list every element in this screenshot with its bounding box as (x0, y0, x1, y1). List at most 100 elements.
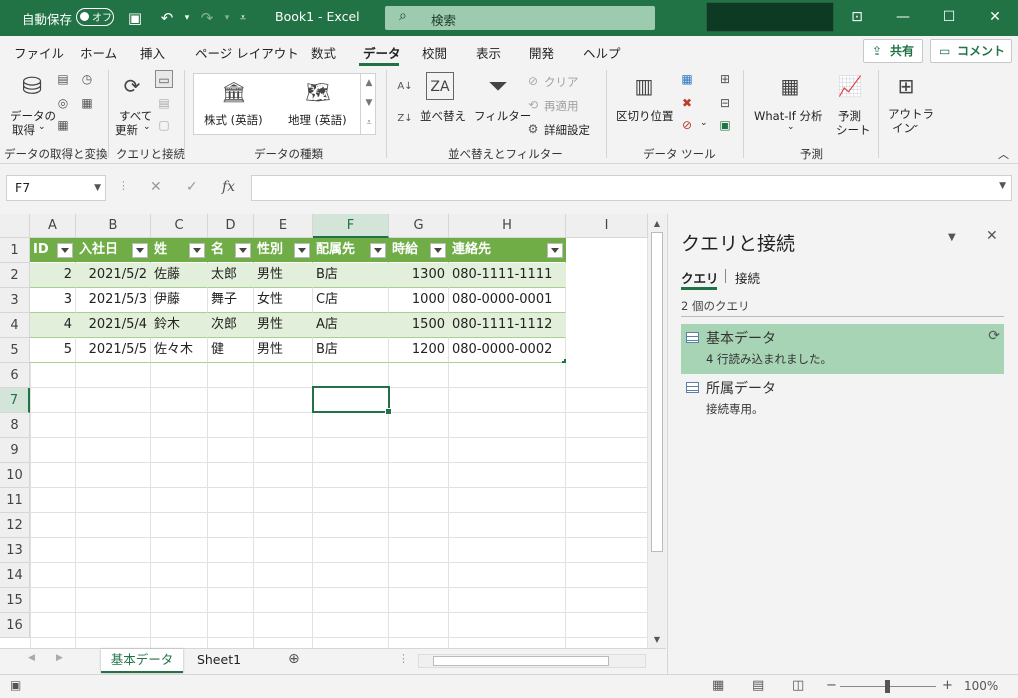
tab-review[interactable]: 校閲 (422, 43, 447, 62)
table-cell[interactable]: 1000 (389, 288, 449, 313)
table-header-cell[interactable]: ID (30, 238, 76, 263)
scroll-down-icon[interactable]: ▼ (648, 632, 666, 648)
existing-connections-icon[interactable]: ▦ (78, 94, 96, 112)
more-icon[interactable]: ⩡ (361, 113, 377, 133)
chevron-down-icon[interactable]: ▼ (999, 181, 1006, 191)
remove-duplicates-icon[interactable]: ✖ (678, 94, 696, 112)
zoom-thumb[interactable] (885, 680, 890, 693)
map-icon[interactable]: 🗺 (304, 78, 332, 106)
column-header-e[interactable]: E (254, 214, 313, 238)
column-header-i[interactable]: I (566, 214, 648, 238)
row-header[interactable]: 16 (0, 613, 30, 638)
text-to-columns-label[interactable]: 区切り位置 (616, 108, 674, 124)
forecast-label-2[interactable]: シート (836, 122, 871, 138)
chevron-down-icon[interactable]: ▼ (94, 176, 101, 200)
filter-dropdown-icon[interactable] (370, 243, 386, 258)
table-cell[interactable]: 2021/5/3 (76, 288, 151, 313)
cancel-icon[interactable]: ✕ (150, 179, 162, 195)
queries-connections-icon[interactable]: ▭ (155, 70, 173, 88)
row-header[interactable]: 9 (0, 438, 30, 463)
tab-file[interactable]: ファイル (14, 43, 64, 62)
row-header[interactable]: 15 (0, 588, 30, 613)
clear-filter-icon[interactable]: ⊘ (524, 72, 542, 90)
tab-page-layout[interactable]: ページ レイアウト (195, 43, 299, 62)
table-cell[interactable]: 健 (208, 338, 254, 363)
row-header[interactable]: 3 (0, 288, 30, 313)
table-cell[interactable]: 伊藤 (151, 288, 208, 313)
table-header-cell[interactable]: 名 (208, 238, 254, 263)
add-sheet-icon[interactable]: ⊕ (288, 651, 300, 667)
advanced-label[interactable]: 詳細設定 (544, 122, 590, 138)
table-header-cell[interactable]: 連絡先 (449, 238, 566, 263)
row-header[interactable]: 5 (0, 338, 30, 363)
column-header-g[interactable]: G (389, 214, 449, 238)
data-model-icon[interactable]: ▣ (716, 116, 734, 134)
filter-dropdown-icon[interactable] (547, 243, 563, 258)
filter-dropdown-icon[interactable] (132, 243, 148, 258)
filter-dropdown-icon[interactable] (235, 243, 251, 258)
prev-sheet-icon[interactable]: ◀ (28, 653, 35, 663)
table-resize-handle[interactable] (562, 359, 566, 363)
next-sheet-icon[interactable]: ▶ (56, 653, 63, 663)
column-header-c[interactable]: C (151, 214, 208, 238)
zoom-in-icon[interactable]: + (942, 678, 953, 693)
row-header[interactable]: 10 (0, 463, 30, 488)
zoom-out-icon[interactable]: − (826, 678, 837, 693)
enter-icon[interactable]: ✓ (186, 179, 198, 195)
table-cell[interactable]: A店 (313, 313, 389, 338)
table-cell[interactable]: 男性 (254, 263, 313, 288)
pane-close-icon[interactable]: ✕ (986, 228, 998, 244)
table-cell[interactable]: 080-1111-1112 (449, 313, 566, 338)
reapply-label[interactable]: 再適用 (544, 98, 579, 114)
filter-dropdown-icon[interactable] (57, 243, 73, 258)
relationships-icon[interactable]: ⊟ (716, 94, 734, 112)
data-validation-icon[interactable]: ⊘ (678, 116, 696, 134)
table-cell[interactable]: 2021/5/4 (76, 313, 151, 338)
tab-help[interactable]: ヘルプ (583, 43, 621, 62)
query-item-affiliation-data[interactable]: 所属データ 接続専用。 (681, 374, 1004, 424)
close-icon[interactable]: ✕ (972, 0, 1018, 34)
table-cell[interactable]: 1500 (389, 313, 449, 338)
tab-connections[interactable]: 接続 (735, 268, 760, 287)
row-header[interactable]: 4 (0, 313, 30, 338)
consolidate-icon[interactable]: ⊞ (716, 70, 734, 88)
chevron-down-icon[interactable]: ⌄ (38, 122, 46, 132)
table-cell[interactable]: 2 (30, 263, 76, 288)
tab-data[interactable]: データ (363, 43, 401, 62)
table-cell[interactable]: 女性 (254, 288, 313, 313)
table-cell[interactable]: 鈴木 (151, 313, 208, 338)
table-cell[interactable]: 舞子 (208, 288, 254, 313)
refresh-all-icon[interactable]: ⟳ (118, 72, 146, 100)
stocks-label[interactable]: 株式 (英語) (204, 112, 263, 128)
page-layout-view-icon[interactable]: ▤ (752, 678, 764, 693)
scroll-up-icon[interactable]: ▲ (648, 216, 666, 232)
tab-insert[interactable]: 挿入 (140, 43, 165, 62)
sort-icon[interactable]: ZA (426, 72, 454, 100)
table-cell[interactable]: C店 (313, 288, 389, 313)
database-icon[interactable]: ⛁ (18, 72, 46, 100)
save-icon[interactable]: ▣ (124, 7, 146, 29)
table-cell[interactable]: 080-1111-1111 (449, 263, 566, 288)
outline-icon[interactable]: ⊞ (892, 72, 920, 100)
table-cell[interactable]: B店 (313, 338, 389, 363)
refresh-all-label-2[interactable]: 更新 (115, 122, 138, 138)
column-header-d[interactable]: D (208, 214, 254, 238)
maximize-icon[interactable]: ☐ (926, 0, 972, 34)
chevron-down-icon[interactable]: ⌄ (787, 122, 795, 132)
row-header[interactable]: 6 (0, 363, 30, 388)
autosave-toggle[interactable]: オフ (76, 8, 114, 26)
row-header[interactable]: 11 (0, 488, 30, 513)
table-cell[interactable]: 1200 (389, 338, 449, 363)
from-web-icon[interactable]: ◎ (54, 94, 72, 112)
insert-function-icon[interactable]: fx (222, 179, 235, 195)
flash-fill-icon[interactable]: ▦ (678, 70, 696, 88)
table-cell[interactable]: B店 (313, 263, 389, 288)
minimize-icon[interactable]: — (880, 0, 926, 34)
column-header-f[interactable]: F (313, 214, 389, 238)
refresh-query-icon[interactable]: ⟳ (988, 328, 1000, 344)
row-header[interactable]: 13 (0, 538, 30, 563)
clear-label[interactable]: クリア (544, 74, 579, 90)
page-break-view-icon[interactable]: ◫ (792, 678, 804, 693)
text-to-columns-icon[interactable]: ▥ (630, 72, 658, 100)
what-if-icon[interactable]: ▦ (776, 72, 804, 100)
